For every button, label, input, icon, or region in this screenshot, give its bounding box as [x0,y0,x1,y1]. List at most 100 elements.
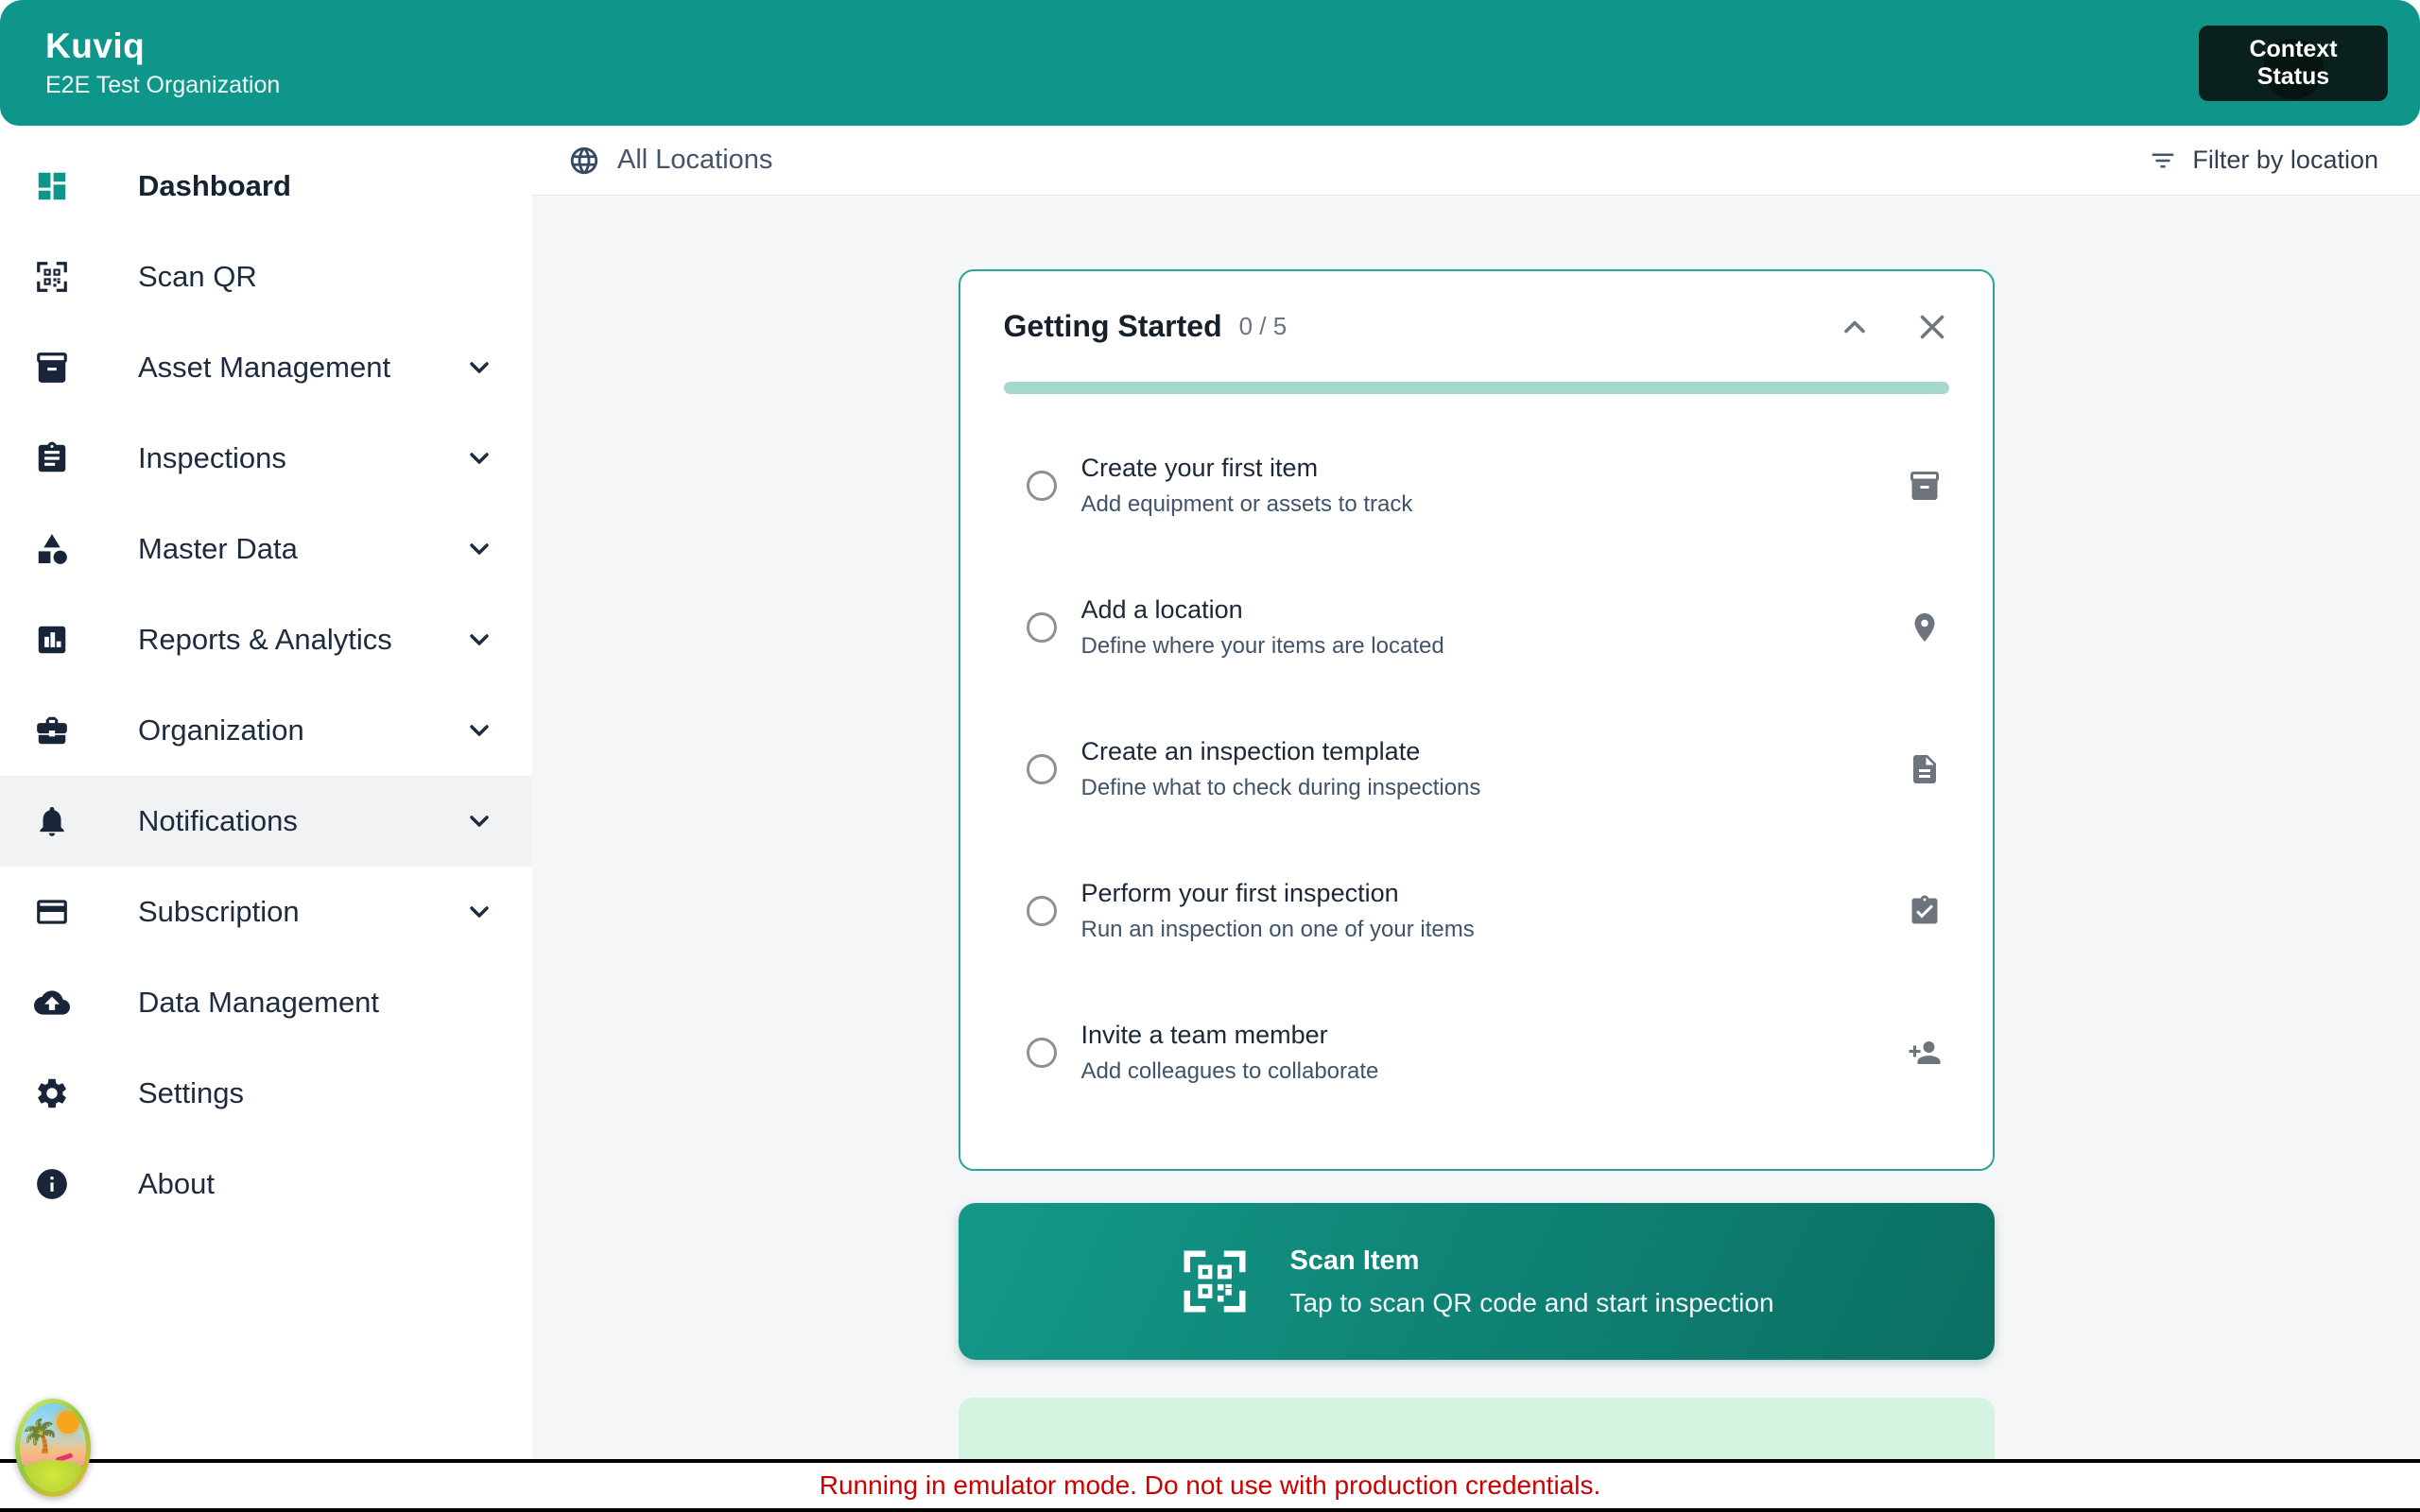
filter-icon [2149,146,2177,175]
location-label: All Locations [617,145,773,175]
sidebar-item-notifications[interactable]: Notifications [0,776,532,867]
checkbox-circle[interactable] [1026,896,1057,926]
shapes-icon [34,531,70,567]
clipboard-icon [34,440,70,476]
archive-box-icon [1908,469,1942,503]
sidebar-item-asset-management[interactable]: Asset Management [0,322,532,413]
sidebar-item-label: Notifications [138,804,298,837]
archive-box-icon [34,350,70,386]
chevron-down-icon [464,625,494,655]
location-selector[interactable]: All Locations [568,145,772,177]
filter-by-location-button[interactable]: Filter by location [2149,146,2378,175]
checklist-item-subtitle: Define what to check during inspections [1080,775,1481,800]
chevron-down-icon [464,352,494,383]
sidebar-item-label: Organization [138,713,304,747]
checklist-item-subtitle: Define where your items are located [1080,633,1444,659]
sidebar-item-master-data[interactable]: Master Data [0,504,532,594]
sidebar-item-label: Inspections [138,441,286,474]
context-status-label: Context Status [2249,35,2338,90]
checkbox-circle[interactable] [1026,612,1057,643]
checklist-item-subtitle: Add colleagues to collaborate [1080,1058,1379,1084]
sidebar-item-organization[interactable]: Organization [0,685,532,776]
credit-card-icon [34,894,70,930]
location-topbar: All Locations Filter by location [532,126,2420,196]
checklist-item-title: Perform your first inspection [1080,879,1399,907]
chevron-up-icon [1843,320,1865,333]
getting-started-title: Getting Started [1003,309,1222,343]
qr-code-icon [34,259,70,295]
chevron-down-icon [464,897,494,927]
sidebar-item-label: Subscription [138,895,300,928]
emulator-warning-text: Running in emulator mode. Do not use wit… [819,1470,1601,1500]
checkbox-circle[interactable] [1026,471,1057,501]
checklist-item-subtitle: Add equipment or assets to track [1080,491,1413,517]
scan-item-title: Scan Item [1289,1245,1420,1276]
filter-label: Filter by location [2192,146,2378,174]
sidebar-item-subscription[interactable]: Subscription [0,867,532,957]
sidebar-item-inspections[interactable]: Inspections [0,413,532,504]
emulator-island-badge: 🌴 [15,1399,91,1497]
sidebar-item-data-management[interactable]: Data Management [0,957,532,1048]
sidebar-item-label: Data Management [138,986,380,1019]
qr-code-icon [1178,1245,1252,1318]
brand: Kuviq E2E Test Organization [45,26,280,99]
checkbox-circle[interactable] [1026,1038,1057,1068]
getting-started-progress-bar [1003,382,1949,394]
sidebar-item-label: Master Data [138,532,298,565]
scroll-area[interactable]: Getting Started 0 / 5 Create your first … [532,196,2420,1512]
sidebar-item-dashboard[interactable]: Dashboard [0,141,532,232]
checklist-item-perform-inspection[interactable]: Perform your first inspection Run an ins… [1004,840,1949,982]
getting-started-progress-count: 0 / 5 [1238,312,1288,340]
checklist-item-create-template[interactable]: Create an inspection template Define wha… [1004,698,1949,840]
sidebar-item-scan-qr[interactable]: Scan QR [0,232,532,322]
checkbox-circle[interactable] [1026,754,1057,784]
sidebar-item-about[interactable]: About [0,1139,532,1229]
chevron-down-icon [464,806,494,836]
bar-chart-icon [34,622,70,658]
scan-item-button[interactable]: Scan Item Tap to scan QR code and start … [958,1203,1995,1360]
bell-icon [34,803,70,839]
chevron-down-icon [464,715,494,746]
sidebar-item-label: Dashboard [138,169,291,202]
sun-icon [57,1411,79,1435]
app-screen: Kuviq E2E Test Organization Context Stat… [0,0,2420,1512]
clipboard-check-icon [1908,894,1942,928]
person-add-icon [1908,1036,1942,1070]
briefcase-icon [34,713,70,748]
emulator-warning-banner: Running in emulator mode. Do not use wit… [0,1459,2420,1512]
palm-tree-icon: 🌴 [20,1418,60,1455]
scan-item-subtitle: Tap to scan QR code and start inspection [1289,1287,1774,1317]
cloud-upload-icon [34,985,70,1021]
sidebar-item-settings[interactable]: Settings [0,1048,532,1139]
collapse-button[interactable] [1838,310,1872,344]
checklist-item-invite-team-member[interactable]: Invite a team member Add colleagues to c… [1004,982,1949,1124]
checklist-item-title: Create an inspection template [1080,737,1421,765]
location-pin-icon [1908,610,1942,644]
checklist-item-title: Invite a team member [1080,1021,1328,1049]
info-icon [34,1166,70,1202]
sidebar-item-reports-analytics[interactable]: Reports & Analytics [0,594,532,685]
close-icon [1920,315,1944,338]
main-area: All Locations Filter by location Getting… [532,126,2420,1512]
checklist-item-add-location[interactable]: Add a location Define where your items a… [1004,557,1949,698]
close-button[interactable] [1915,310,1949,344]
checklist-item-create-first-item[interactable]: Create your first item Add equipment or … [1004,415,1949,557]
org-subtitle: E2E Test Organization [45,72,281,98]
chevron-down-icon [464,443,494,473]
sidebar-item-label: Asset Management [138,351,391,384]
context-status-button[interactable]: Context Status [2199,25,2388,101]
sidebar-item-label: About [138,1167,216,1200]
sidebar-item-label: Settings [138,1076,245,1109]
sidebar: Dashboard Scan QR Asset Management Inspe… [0,126,532,1512]
document-icon [1908,752,1942,786]
checklist-item-title: Add a location [1080,595,1243,624]
sidebar-item-label: Reports & Analytics [138,623,392,656]
app-header: Kuviq E2E Test Organization Context Stat… [0,0,2420,126]
dashboard-icon [34,168,70,204]
checklist-item-subtitle: Run an inspection on one of your items [1080,917,1475,942]
gear-icon [34,1075,70,1111]
globe-icon [568,145,600,177]
getting-started-card: Getting Started 0 / 5 Create your first … [958,269,1995,1171]
app-title: Kuviq [45,26,146,65]
sidebar-item-label: Scan QR [138,260,257,293]
